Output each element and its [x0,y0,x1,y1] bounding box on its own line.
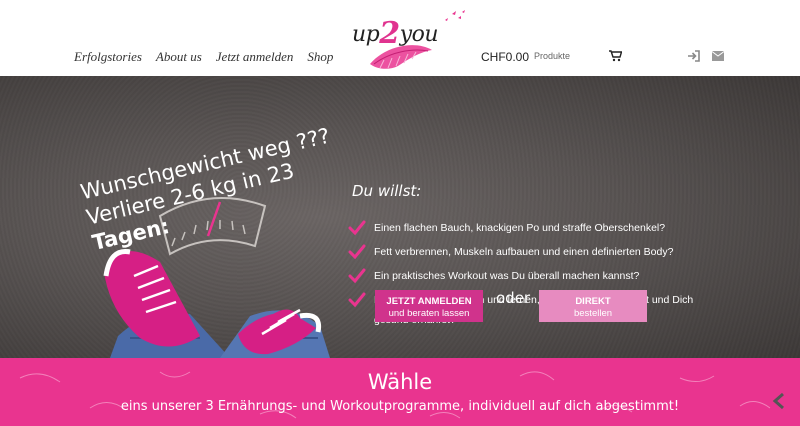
banner-title: Wähle [367,370,433,394]
cart-total[interactable]: CHF0.00 [481,50,529,64]
benefit-item: Einen flachen Bauch, knackigen Po und st… [348,218,728,238]
oder-label: oder [496,289,531,307]
site-header: Erfolgstories About us Jetzt anmelden Sh… [0,0,800,76]
benefit-item: Fett verbrennen, Muskeln aufbauen und ei… [348,242,728,262]
nav-jetzt-anmelden[interactable]: Jetzt anmelden [216,49,294,65]
checkmark-icon [348,268,366,284]
cart-products-label[interactable]: Produkte [534,51,570,61]
shopping-cart-icon[interactable] [609,50,622,62]
nav-erfolgstories[interactable]: Erfolgstories [74,49,142,65]
checkmark-icon [348,292,366,308]
main-nav: Erfolgstories About us Jetzt anmelden Sh… [74,49,333,65]
program-banner: Wähle eins unserer 3 Ernährungs- und Wor… [0,358,800,426]
sign-in-icon[interactable] [688,50,700,62]
logo-wordmark: up2you [352,16,438,51]
banner-subtitle: eins unserer 3 Ernährungs- und Workoutpr… [120,399,680,414]
du-willst-heading: Du willst: [352,182,422,200]
nav-about-us[interactable]: About us [156,49,202,65]
hero-section: Wunschgewicht weg ??? Verliere 2-6 kg in… [0,76,800,358]
chevron-left-icon[interactable] [772,392,786,410]
nav-shop[interactable]: Shop [307,49,333,65]
checkmark-icon [348,244,366,260]
direkt-bestellen-button[interactable]: DIREKT bestellen [539,290,647,322]
envelope-icon[interactable] [712,51,724,61]
site-logo[interactable]: up2you [340,6,472,74]
jetzt-anmelden-button[interactable]: JETZT ANMELDEN und beraten lassen [375,290,483,322]
checkmark-icon [348,220,366,236]
benefit-item: Ein praktisches Workout was Du überall m… [348,266,728,286]
